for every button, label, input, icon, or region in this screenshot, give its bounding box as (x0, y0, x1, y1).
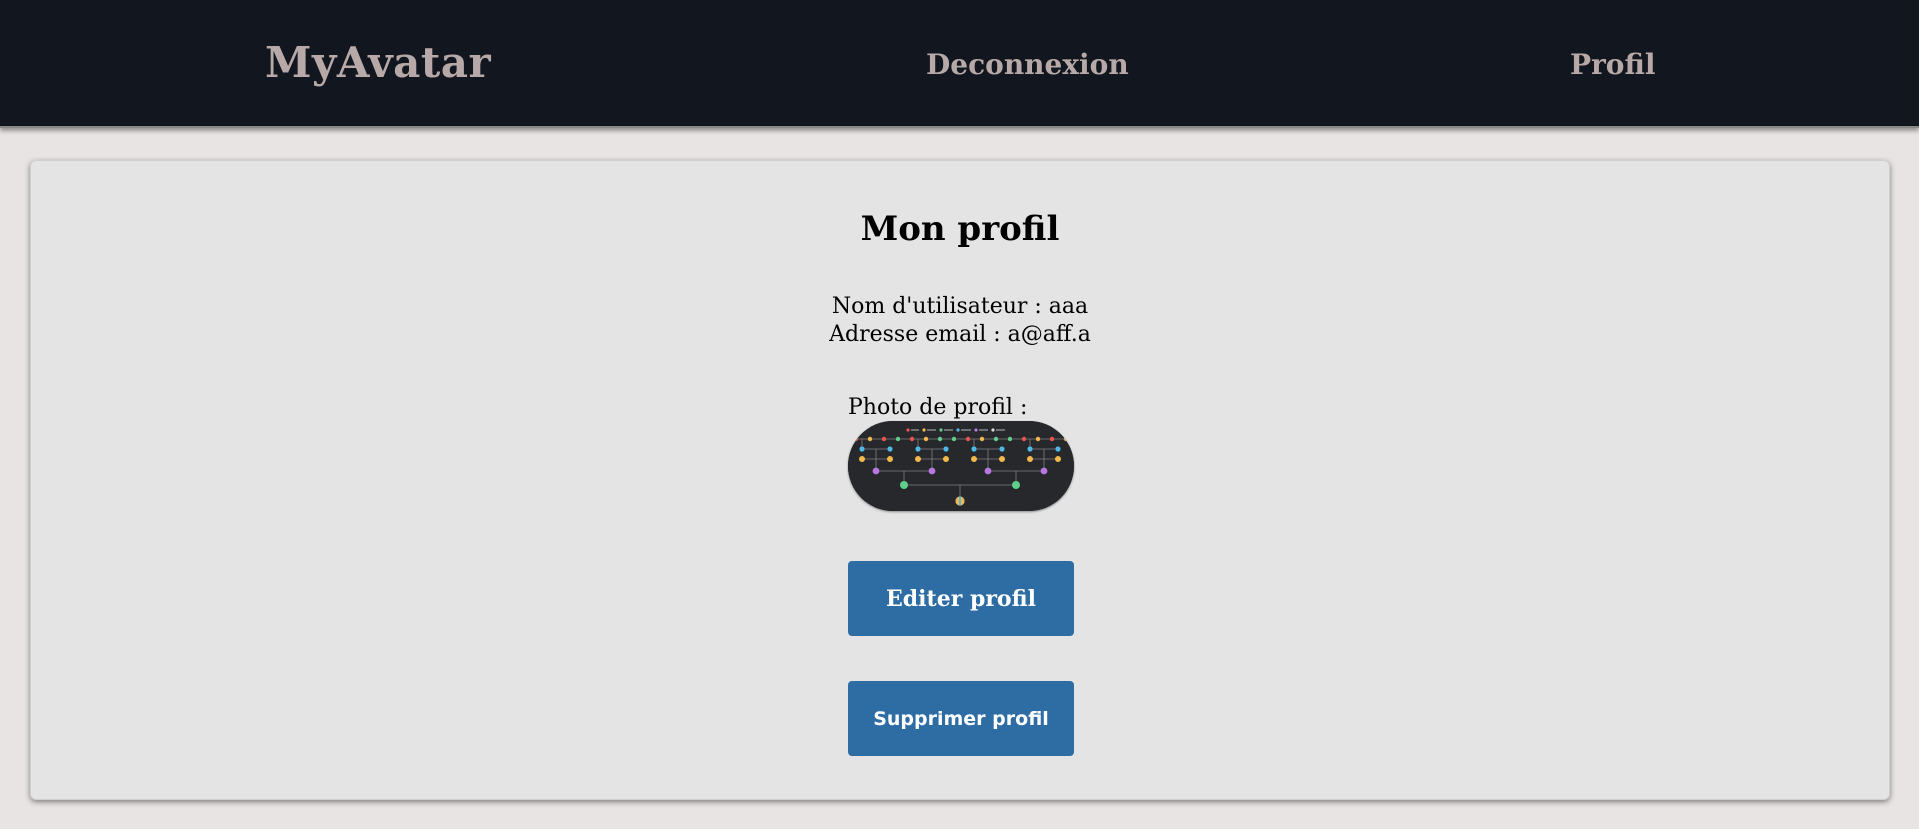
photo-label: Photo de profil : (848, 395, 1028, 420)
edit-profile-button[interactable]: Editer profil (848, 561, 1074, 636)
email-text: Adresse email : a@aff.a (829, 322, 1091, 347)
username-text: Nom d'utilisateur : aaa (831, 294, 1089, 319)
profile-link[interactable]: Profil (1570, 48, 1655, 81)
avatar (848, 421, 1074, 511)
delete-profile-button[interactable]: Supprimer profil (848, 681, 1074, 756)
logout-link[interactable]: Deconnexion (926, 48, 1129, 81)
profile-info: Nom d'utilisateur : aaa Adresse email : … (31, 293, 1889, 349)
avatar-image (848, 421, 1074, 511)
top-navbar: MyAvatar Deconnexion Profil (0, 0, 1919, 128)
profile-card: Mon profil Nom d'utilisateur : aaa Adres… (30, 160, 1890, 800)
brand-logo[interactable]: MyAvatar (265, 38, 491, 87)
page-title: Mon profil (860, 209, 1060, 249)
